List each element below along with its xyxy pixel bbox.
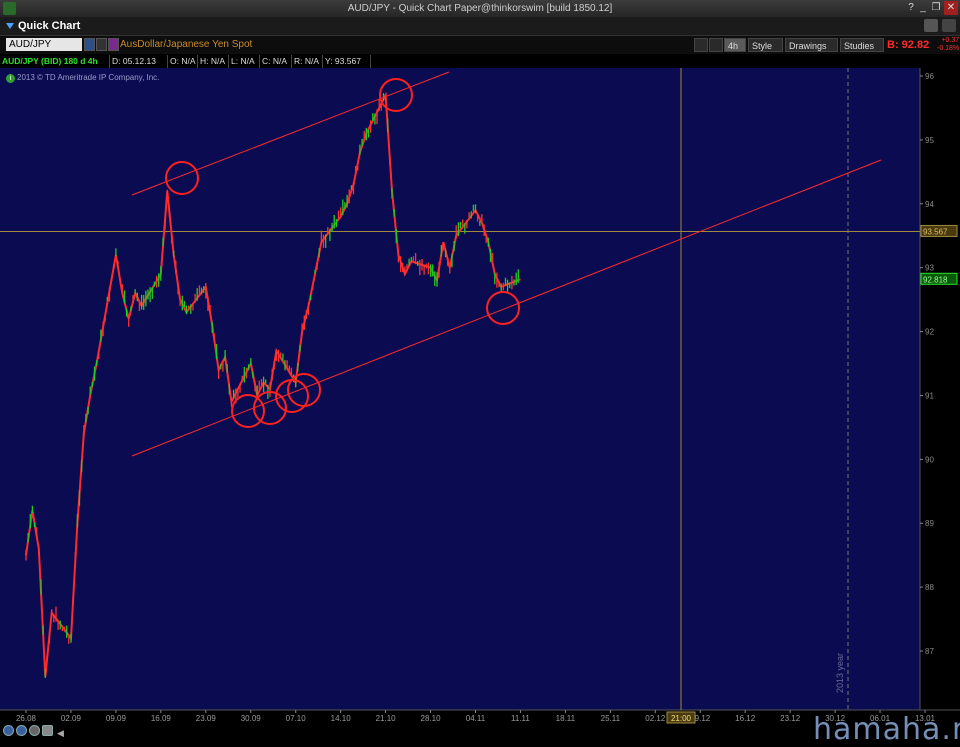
watermark-text: hamaha.net <box>813 712 960 747</box>
plot-background <box>0 68 920 710</box>
x-tick-label: 07.10 <box>286 714 307 723</box>
bottom-toolbar: ◀ <box>0 724 120 738</box>
y-tick-label: 96 <box>925 72 934 81</box>
info-icon[interactable]: i <box>6 74 15 83</box>
panel-settings-icon[interactable] <box>942 19 956 32</box>
x-tick-label: 21.10 <box>376 714 397 723</box>
x-tick-label: 25.11 <box>601 714 621 723</box>
crosshair-icon[interactable] <box>694 38 708 52</box>
y-tick-label: 89 <box>925 519 934 528</box>
y-tick-label: 91 <box>925 391 934 400</box>
symbol-description: AusDollar/Japanese Yen Spot <box>120 39 253 50</box>
style-label: Style <box>752 41 773 51</box>
x-tick-label: 28.10 <box>421 714 442 723</box>
x-tick-label: 04.11 <box>466 714 486 723</box>
y-tick-label: 90 <box>925 455 934 464</box>
studies-button[interactable]: Studies <box>840 38 884 52</box>
window-titlebar: AUD/JPY - Quick Chart Paper@thinkorswim … <box>0 0 960 18</box>
year-label: 2013 year <box>835 653 845 693</box>
help-button[interactable]: ? <box>905 1 917 15</box>
x-tick-label: 11.11 <box>511 714 530 723</box>
minimize-button[interactable]: _ <box>917 1 929 15</box>
price-chart[interactable]: 87 88 89 90 91 92 93 94 95 96 26.08 02.09 09.09 16.09… <box>0 68 960 738</box>
y-tick-label: 87 <box>925 647 934 656</box>
symbol-dropdown-icon[interactable] <box>84 38 95 51</box>
y-tick-label: 94 <box>925 200 934 209</box>
cursor-price-label: 93.567 <box>923 227 948 236</box>
copyright: i 2013 © TD Ameritrade IP Company, Inc. <box>6 73 159 83</box>
zoom-box-icon[interactable] <box>29 725 40 736</box>
y-tick-label: 95 <box>925 136 934 145</box>
symbol-input[interactable]: AUD/JPY <box>6 38 82 51</box>
panel-menu-icon[interactable] <box>924 19 938 32</box>
panel-header: Quick Chart <box>0 17 960 36</box>
change-box: +0.37 -0.18% <box>937 37 959 53</box>
price-axis-background <box>920 68 960 710</box>
symbol-link-icon[interactable] <box>96 38 107 51</box>
cursor-time-label: 21:00 <box>671 714 692 723</box>
zoom-in-icon[interactable] <box>16 725 27 736</box>
scroll-left-icon[interactable]: ◀ <box>57 728 64 739</box>
copyright-text: 2013 © TD Ameritrade IP Company, Inc. <box>17 73 160 82</box>
tools-icon[interactable] <box>709 38 723 52</box>
chart-toolbar: AUD/JPY AusDollar/Japanese Yen Spot 4h S… <box>0 36 960 54</box>
last-price-label: 92.818 <box>923 275 948 284</box>
studies-label: Studies <box>844 41 875 51</box>
x-tick-label: 26.08 <box>16 714 37 723</box>
x-tick-label: 30.09 <box>241 714 262 723</box>
change-percent: -0.18% <box>937 45 960 52</box>
aggregation-button[interactable]: 4h <box>724 38 746 52</box>
y-tick-label: 88 <box>925 583 934 592</box>
info-close: C: N/A <box>260 55 292 68</box>
x-tick-label: 18.11 <box>556 714 576 723</box>
info-date: D: 05.12.13 21:00 <box>110 55 168 79</box>
info-low: L: N/A <box>229 55 260 68</box>
x-tick-label: 16.12 <box>735 714 756 723</box>
chart-area[interactable]: 87 88 89 90 91 92 93 94 95 96 26.08 02.09 09.09 16.09… <box>0 68 960 738</box>
info-high: H: N/A <box>198 55 229 68</box>
x-tick-label: 23.12 <box>780 714 801 723</box>
x-tick-label: 09.09 <box>106 714 127 723</box>
panel-title: Quick Chart <box>18 20 81 32</box>
pan-hand-icon[interactable] <box>42 725 53 736</box>
x-tick-label: 23.09 <box>196 714 217 723</box>
zoom-out-icon[interactable] <box>3 725 14 736</box>
y-tick-label: 93 <box>925 264 934 273</box>
info-symbol: AUD/JPY (BID) 180 d 4h <box>0 55 110 68</box>
window-title: AUD/JPY - Quick Chart Paper@thinkorswim … <box>347 3 613 14</box>
symbol-group-icon[interactable] <box>108 38 119 51</box>
info-range: R: N/A <box>292 55 323 68</box>
style-button[interactable]: Style <box>748 38 783 52</box>
y-tick-label: 92 <box>925 328 934 337</box>
x-tick-label: 02.12 <box>645 714 666 723</box>
maximize-button[interactable]: ❐ <box>929 1 943 15</box>
bid-price: B: 92.82 <box>887 39 930 51</box>
collapse-triangle-icon[interactable] <box>6 23 14 29</box>
change-value: +0.37 <box>941 37 960 44</box>
x-tick-label: 16.09 <box>151 714 172 723</box>
info-y: Y: 93.567 <box>323 55 371 68</box>
drawings-button[interactable]: Drawings <box>785 38 838 52</box>
x-tick-label: 02.09 <box>61 714 82 723</box>
drawings-label: Drawings <box>789 41 827 51</box>
x-tick-label: 14.10 <box>331 714 352 723</box>
chart-info-bar: AUD/JPY (BID) 180 d 4h D: 05.12.13 21:00… <box>0 55 960 79</box>
close-button[interactable]: ✕ <box>944 1 958 15</box>
info-open: O: N/A <box>168 55 198 68</box>
